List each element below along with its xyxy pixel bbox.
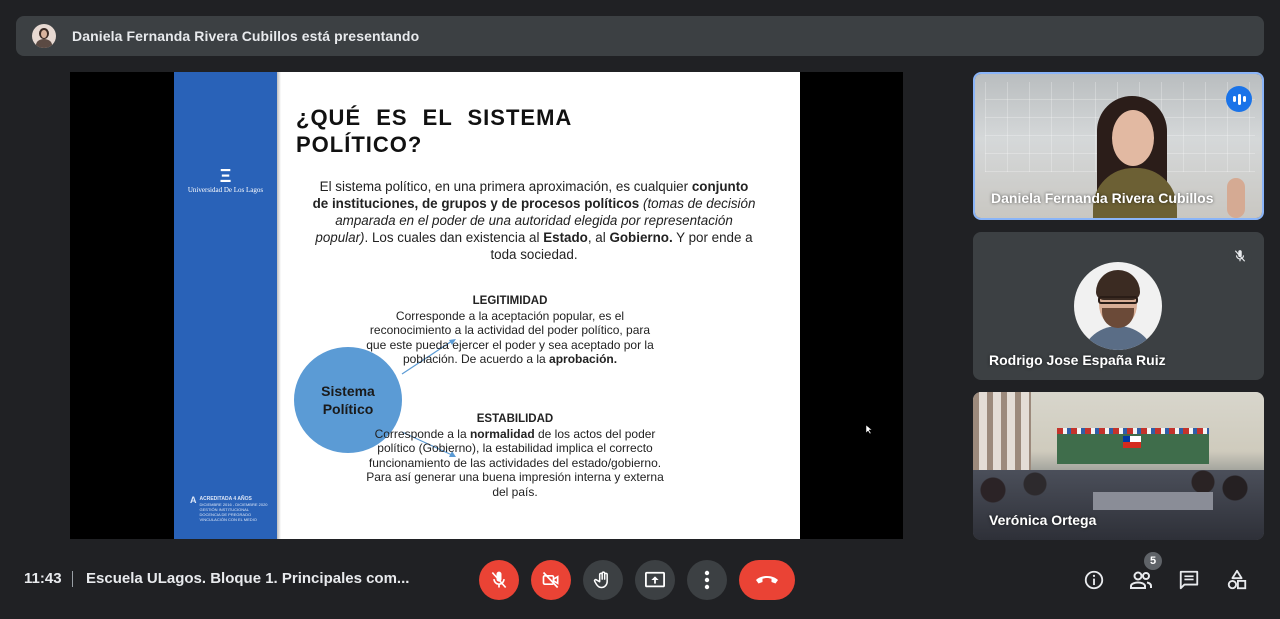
divider — [72, 571, 73, 587]
university-logo-name: Universidad De Los Lagos — [187, 186, 264, 194]
chat-icon — [1179, 570, 1199, 590]
legitimidad-heading: LEGITIMIDAD — [472, 295, 548, 307]
raise-hand-button[interactable] — [583, 560, 623, 600]
info-icon — [1084, 570, 1104, 590]
participant-tile-rodrigo[interactable]: Rodrigo Jose España Ruiz — [973, 232, 1264, 380]
estabilidad-bold: normalidad — [469, 426, 535, 441]
present-now-button[interactable] — [635, 560, 675, 600]
accreditation-text: ACREDITADA 4 AÑOS DICIEMBRE 2016 - DICIE… — [199, 496, 268, 523]
bottom-control-bar: 11:43 Escuela ULagos. Bloque 1. Principa… — [0, 551, 1280, 619]
estabilidad-heading: ESTABILIDAD — [476, 413, 554, 425]
people-icon — [1130, 571, 1152, 589]
mouse-cursor-icon — [866, 425, 872, 434]
activities-button[interactable] — [1224, 567, 1250, 593]
more-vert-icon — [704, 570, 710, 590]
intro-text: El sistema político, en una primera apro… — [319, 179, 689, 194]
legitimidad-bold: aprobación. — [549, 352, 618, 367]
university-logo: Ξ Universidad De Los Lagos — [174, 166, 277, 194]
mic-toggle-button[interactable] — [479, 560, 519, 600]
presenter-avatar — [32, 24, 56, 48]
participants-button[interactable] — [1128, 567, 1154, 593]
participant-tile-daniela[interactable]: Daniela Fernanda Rivera Cubillos — [973, 72, 1264, 220]
clock: 11:43 — [24, 570, 62, 587]
accreditation-line: VINCULACIÓN CON EL MEDIO — [199, 517, 257, 522]
intro-text: . Los cuales dan existencia al — [364, 230, 540, 245]
university-logo-mark: Ξ — [219, 166, 232, 186]
more-options-button[interactable] — [687, 560, 727, 600]
intro-bold: Estado — [543, 230, 588, 245]
participant-name: Verónica Ortega — [989, 512, 1097, 528]
accreditation-badge: A ACREDITADA 4 AÑOS DICIEMBRE 2016 - DIC… — [190, 495, 270, 523]
participant-avatar — [1074, 262, 1162, 350]
activities-icon — [1227, 569, 1247, 590]
meeting-title[interactable]: Escuela ULagos. Bloque 1. Principales co… — [86, 570, 416, 587]
intro-bold: Gobierno. — [609, 230, 673, 245]
audio-level-icon — [1226, 86, 1252, 112]
participant-tile-veronica[interactable]: Verónica Ortega — [973, 392, 1264, 540]
slide-title: ¿QUÉ ES EL SISTEMA POLÍTICO? — [296, 105, 572, 157]
chile-flag-icon — [1123, 436, 1141, 448]
raise-hand-icon — [593, 571, 608, 589]
camera-toggle-button[interactable] — [531, 560, 571, 600]
presenter-banner: Daniela Fernanda Rivera Cubillos está pr… — [16, 16, 1264, 56]
presenter-banner-text: Daniela Fernanda Rivera Cubillos está pr… — [72, 28, 420, 44]
legitimidad-block: LEGITIMIDAD Corresponde a la aceptación … — [360, 294, 660, 367]
participant-count-badge: 5 — [1144, 552, 1162, 570]
slide-side-band: Ξ Universidad De Los Lagos A ACREDITADA … — [174, 72, 281, 539]
intro-text: , al — [587, 230, 606, 245]
participant-name: Rodrigo Jose España Ruiz — [989, 352, 1166, 368]
estabilidad-text: Corresponde a la — [374, 426, 467, 441]
present-icon — [645, 571, 665, 588]
mic-off-icon — [491, 571, 507, 589]
presentation-stage[interactable]: Ξ Universidad De Los Lagos A ACREDITADA … — [70, 72, 903, 539]
slide-intro-paragraph: El sistema político, en una primera apro… — [312, 178, 756, 263]
accreditation-logo: A — [190, 495, 197, 505]
call-end-icon — [756, 576, 778, 584]
participant-name: Daniela Fernanda Rivera Cubillos — [991, 190, 1214, 206]
camera-off-icon — [542, 571, 559, 589]
mic-off-icon — [1228, 244, 1252, 268]
chat-button[interactable] — [1176, 567, 1202, 593]
meeting-details-button[interactable] — [1081, 567, 1107, 593]
estabilidad-block: ESTABILIDAD Corresponde a la normalidad … — [360, 412, 670, 500]
slide: Ξ Universidad De Los Lagos A ACREDITADA … — [174, 72, 800, 539]
leave-call-button[interactable] — [739, 560, 795, 600]
